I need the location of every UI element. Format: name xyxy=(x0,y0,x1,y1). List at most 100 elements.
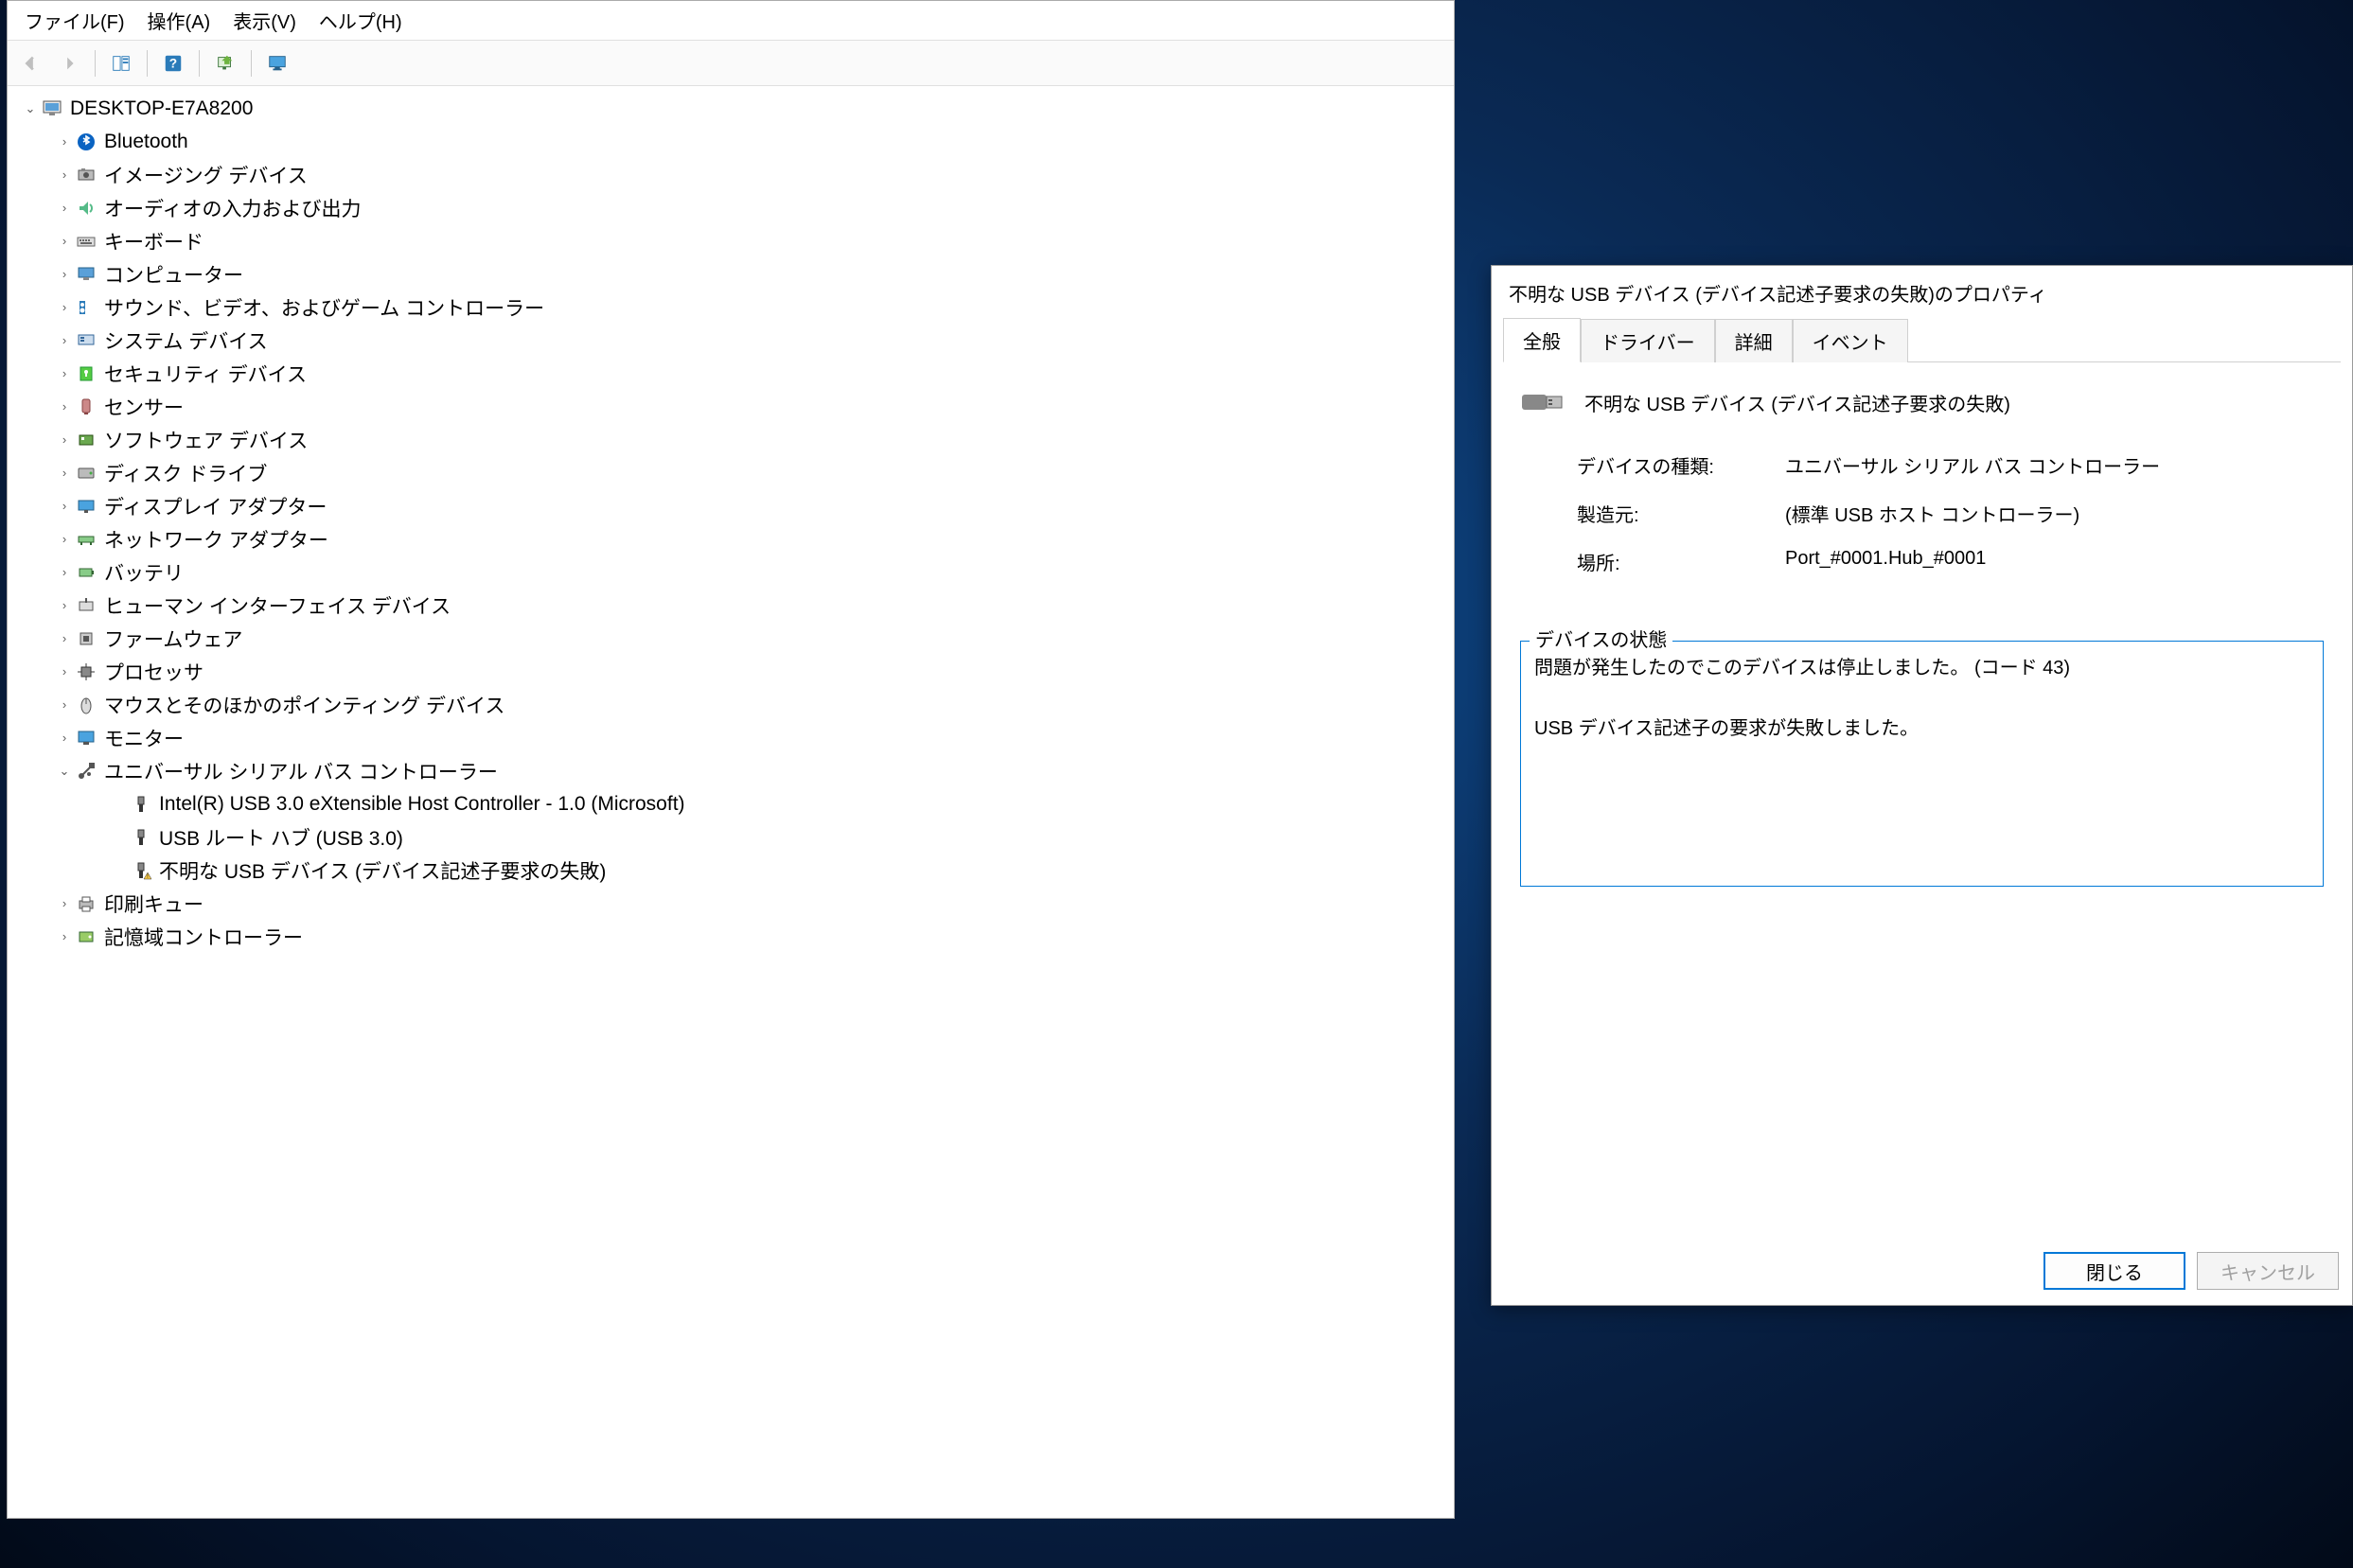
expander-icon[interactable]: › xyxy=(55,530,74,549)
close-button[interactable]: 閉じる xyxy=(2043,1252,2185,1290)
device-type-label: デバイスの種類: xyxy=(1577,451,1785,479)
tab-general[interactable]: 全般 xyxy=(1503,318,1581,362)
tree-root-label: DESKTOP-E7A8200 xyxy=(68,97,255,121)
expander-icon[interactable]: › xyxy=(55,199,74,218)
device-info-table: デバイスの種類: ユニバーサル シリアル バス コントローラー 製造元: (標準… xyxy=(1577,451,2324,575)
device-status-textbox[interactable]: 問題が発生したのでこのデバイスは停止しました。 (コード 43) USB デバイ… xyxy=(1520,641,2324,887)
keyboard-icon xyxy=(76,231,97,252)
mouse-icon xyxy=(76,695,97,715)
tree-category-label: マウスとそのほかのポインティング デバイス xyxy=(102,690,506,720)
expander-icon[interactable]: › xyxy=(55,132,74,151)
tab-driver[interactable]: ドライバー xyxy=(1581,319,1715,362)
tree-device[interactable]: !不明な USB デバイス (デバイス記述子要求の失敗) xyxy=(15,854,1450,887)
expander-icon[interactable]: › xyxy=(55,431,74,449)
menu-help[interactable]: ヘルプ(H) xyxy=(319,7,402,34)
tab-details[interactable]: 詳細 xyxy=(1715,319,1793,362)
expander-icon[interactable]: › xyxy=(55,497,74,516)
expander-icon[interactable]: › xyxy=(55,364,74,383)
bluetooth-icon xyxy=(76,132,97,152)
toolbar: ? xyxy=(8,41,1454,86)
usb-device-icon: ! xyxy=(131,860,151,881)
tree-category[interactable]: › ソフトウェア デバイス xyxy=(15,423,1450,456)
tree-root[interactable]: ⌄ DESKTOP-E7A8200 xyxy=(15,92,1450,125)
imaging-icon xyxy=(76,165,97,185)
tree-category[interactable]: ›オーディオの入力および出力 xyxy=(15,191,1450,224)
network-icon xyxy=(76,529,97,550)
tab-events[interactable]: イベント xyxy=(1793,319,1908,362)
forward-button[interactable] xyxy=(53,47,85,79)
scan-hardware-button[interactable] xyxy=(209,47,241,79)
tree-category-label: Bluetooth xyxy=(102,130,190,154)
expander-icon[interactable]: › xyxy=(55,298,74,317)
processor-icon xyxy=(76,661,97,682)
expander-icon[interactable]: › xyxy=(55,662,74,681)
expander-spacer xyxy=(110,828,129,847)
tree-category-usb[interactable]: ⌄ ユニバーサル シリアル バス コントローラー xyxy=(15,754,1450,787)
tree-category[interactable]: › マウスとそのほかのポインティング デバイス xyxy=(15,688,1450,721)
arrow-right-icon xyxy=(59,53,80,74)
sound-icon xyxy=(76,297,97,318)
expander-icon[interactable]: › xyxy=(55,927,74,946)
expander-icon[interactable]: › xyxy=(55,894,74,913)
display-icon xyxy=(76,496,97,517)
expander-icon[interactable]: › xyxy=(55,729,74,748)
tree-category[interactable]: ›バッテリ xyxy=(15,555,1450,589)
tree-category-label: セキュリティ デバイス xyxy=(102,359,309,389)
menu-view[interactable]: 表示(V) xyxy=(233,7,296,34)
tree-category[interactable]: ›ヒューマン インターフェイス デバイス xyxy=(15,589,1450,622)
tree-category[interactable]: › セキュリティ デバイス xyxy=(15,357,1450,390)
back-button[interactable] xyxy=(15,47,47,79)
expander-icon[interactable]: › xyxy=(55,232,74,251)
device-name: 不明な USB デバイス (デバイス記述子要求の失敗) xyxy=(1584,389,2010,416)
device-manager-window: ファイル(F) 操作(A) 表示(V) ヘルプ(H) ? ⌄ xyxy=(7,0,1455,1519)
properties-button[interactable] xyxy=(261,47,293,79)
cancel-button[interactable]: キャンセル xyxy=(2197,1252,2339,1290)
tree-category[interactable]: ›センサー xyxy=(15,390,1450,423)
tree-category[interactable]: ›記憶域コントローラー xyxy=(15,920,1450,953)
tree-category[interactable]: › プロセッサ xyxy=(15,655,1450,688)
tree-category[interactable]: › 印刷キュー xyxy=(15,887,1450,920)
tree-category[interactable]: ›ディスク ドライブ xyxy=(15,456,1450,489)
expander-icon[interactable]: › xyxy=(55,596,74,615)
tree-category[interactable]: ›キーボード xyxy=(15,224,1450,257)
tree-device[interactable]: USB ルート ハブ (USB 3.0) xyxy=(15,820,1450,854)
scan-icon xyxy=(215,53,236,74)
expander-icon[interactable]: › xyxy=(55,397,74,416)
tree-category[interactable]: ›システム デバイス xyxy=(15,324,1450,357)
menu-file[interactable]: ファイル(F) xyxy=(25,7,125,34)
tree-category-label: ソフトウェア デバイス xyxy=(102,425,310,455)
expander-icon[interactable]: › xyxy=(55,696,74,714)
expander-icon[interactable]: ⌄ xyxy=(21,99,40,118)
tree-category[interactable]: › イメージング デバイス xyxy=(15,158,1450,191)
tree-category-label: イメージング デバイス xyxy=(102,160,310,190)
dialog-buttons: 閉じる キャンセル xyxy=(1492,1239,2352,1305)
menu-action[interactable]: 操作(A) xyxy=(148,7,211,34)
tree-category[interactable]: › Bluetooth xyxy=(15,125,1450,158)
tree-category[interactable]: ›サウンド、ビデオ、およびゲーム コントローラー xyxy=(15,291,1450,324)
expander-icon[interactable]: ⌄ xyxy=(55,762,74,781)
expander-icon[interactable]: › xyxy=(55,265,74,284)
tree-device[interactable]: Intel(R) USB 3.0 eXtensible Host Control… xyxy=(15,787,1450,820)
help-button[interactable]: ? xyxy=(157,47,189,79)
print-icon xyxy=(76,893,97,914)
expander-icon[interactable]: › xyxy=(55,629,74,648)
sensor-icon xyxy=(76,396,97,417)
location-value: Port_#0001.Hub_#0001 xyxy=(1785,548,2324,575)
tree-category[interactable]: ›コンピューター xyxy=(15,257,1450,291)
tree-category[interactable]: ›ファームウェア xyxy=(15,622,1450,655)
device-tree[interactable]: ⌄ DESKTOP-E7A8200 › Bluetooth › イメージング デバイス… xyxy=(8,86,1454,1518)
tree-category-label: 印刷キュー xyxy=(102,889,205,919)
tree-category-label: ネットワーク アダプター xyxy=(102,524,330,555)
manufacturer-label: 製造元: xyxy=(1577,500,1785,527)
show-hidden-button[interactable] xyxy=(105,47,137,79)
tabstrip: 全般 ドライバー 詳細 イベント xyxy=(1492,320,2352,361)
expander-icon[interactable]: › xyxy=(55,464,74,483)
tree-category-label: プロセッサ xyxy=(102,657,205,687)
expander-icon[interactable]: › xyxy=(55,331,74,350)
tree-category[interactable]: ›モニター xyxy=(15,721,1450,754)
expander-icon[interactable]: › xyxy=(55,166,74,185)
tree-category[interactable]: › ネットワーク アダプター xyxy=(15,522,1450,555)
expander-icon[interactable]: › xyxy=(55,563,74,582)
usb-device-icon xyxy=(131,827,151,848)
tree-category[interactable]: ›ディスプレイ アダプター xyxy=(15,489,1450,522)
